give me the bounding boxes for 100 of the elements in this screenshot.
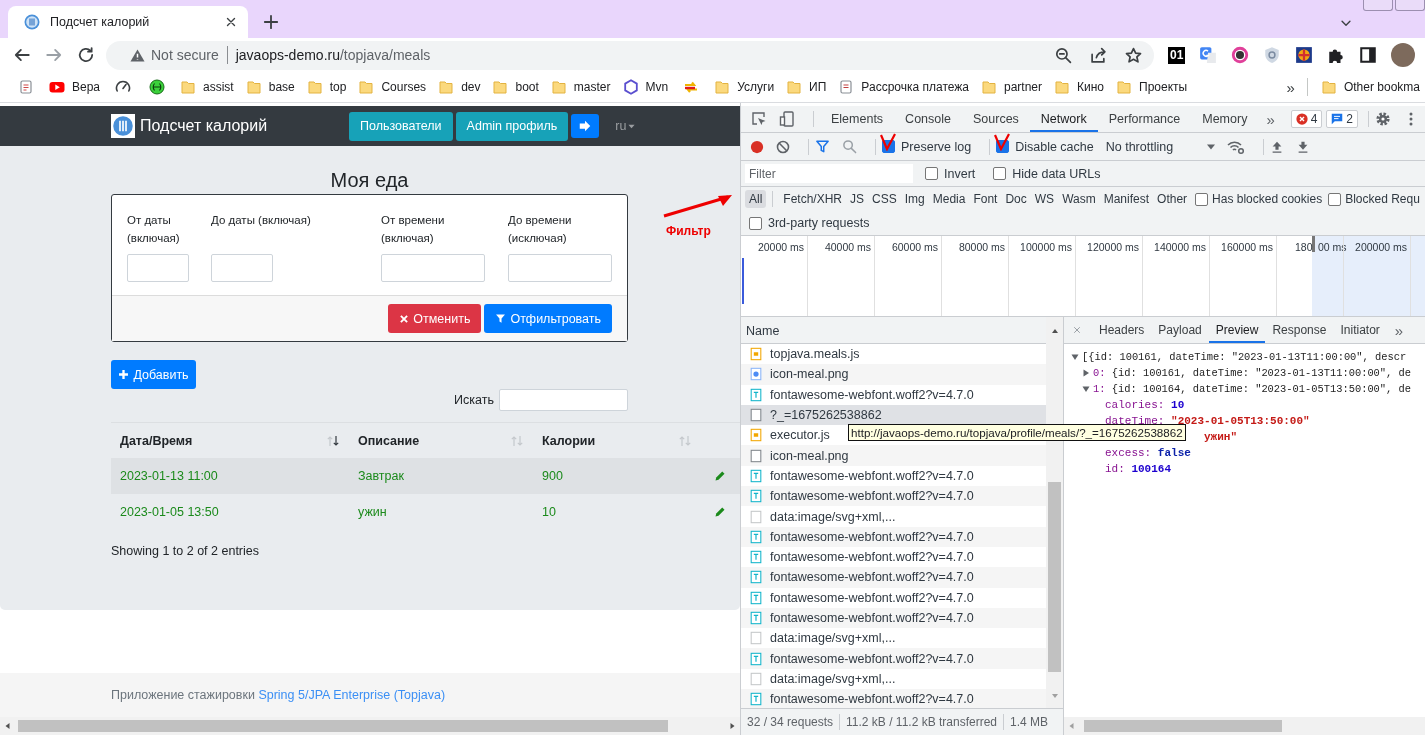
bookmark-item[interactable]: ИП bbox=[781, 75, 832, 99]
bookmark-item[interactable]: assist bbox=[175, 75, 239, 99]
request-row[interactable]: fontawesome-webfont.woff2?v=4.7.0 bbox=[741, 526, 1046, 547]
ring-icon[interactable] bbox=[1231, 46, 1250, 64]
type-filter-button[interactable]: Wasm bbox=[1058, 190, 1100, 208]
reload-icon[interactable] bbox=[77, 46, 95, 64]
device-icon[interactable] bbox=[779, 111, 795, 127]
panel-tab[interactable]: Sources bbox=[962, 106, 1030, 132]
translate-icon[interactable] bbox=[1199, 46, 1218, 64]
notepad-icon[interactable] bbox=[18, 79, 34, 95]
scrollbar-thumb[interactable] bbox=[1084, 720, 1282, 732]
expand-toggle-icon[interactable] bbox=[1082, 385, 1090, 393]
bookmark-item[interactable]: Услуги bbox=[709, 75, 780, 99]
message-count-button[interactable]: 2 bbox=[1326, 110, 1358, 128]
back-icon[interactable] bbox=[13, 46, 31, 64]
panel-tab[interactable]: Performance bbox=[1097, 106, 1192, 132]
avatar[interactable] bbox=[1391, 43, 1416, 67]
bookmarks-overflow-button[interactable]: » bbox=[1286, 78, 1295, 96]
pencil-icon[interactable] bbox=[714, 470, 726, 482]
horizontal-scrollbar[interactable] bbox=[0, 717, 740, 735]
type-filter-button[interactable]: Fetch/XHR bbox=[779, 190, 847, 208]
date-input[interactable] bbox=[211, 254, 273, 282]
network-conditions-icon[interactable] bbox=[1227, 138, 1246, 155]
forward-icon[interactable] bbox=[45, 46, 63, 64]
column-header[interactable]: Name bbox=[741, 317, 1046, 344]
bookmark-item[interactable]: Other bookma bbox=[1315, 75, 1425, 99]
detail-tab[interactable]: Response bbox=[1265, 317, 1334, 343]
clear-icon[interactable] bbox=[776, 139, 790, 154]
panel-tab[interactable]: Memory bbox=[1191, 106, 1259, 132]
add-button[interactable]: Добавить bbox=[111, 360, 196, 389]
expand-toggle-icon[interactable] bbox=[1082, 369, 1090, 377]
column-header[interactable]: Калории bbox=[542, 433, 596, 448]
bookmark-item[interactable]: master bbox=[545, 75, 616, 99]
checkbox[interactable] bbox=[993, 167, 1007, 180]
bookmark-item[interactable]: top bbox=[301, 75, 352, 99]
request-row[interactable]: fontawesome-webfont.woff2?v=4.7.0 bbox=[741, 567, 1046, 588]
extension-badge[interactable]: 01 bbox=[1168, 46, 1186, 64]
type-filter-button[interactable]: Media bbox=[928, 190, 970, 208]
type-filter-button[interactable]: WS bbox=[1030, 190, 1059, 208]
more-tabs-button[interactable]: » bbox=[1386, 321, 1412, 339]
filter-button[interactable]: Отфильтровать bbox=[484, 304, 612, 333]
checkbox[interactable] bbox=[925, 167, 938, 180]
brand-title[interactable]: Подсчет калорий bbox=[140, 117, 349, 135]
filter-input[interactable]: Filter bbox=[745, 164, 913, 183]
request-row[interactable]: fontawesome-webfont.woff2?v=4.7.0 bbox=[741, 607, 1046, 629]
bookmark-item[interactable]: boot bbox=[487, 75, 544, 99]
scroll-down-icon[interactable] bbox=[1050, 692, 1059, 700]
more-tabs-button[interactable]: » bbox=[1258, 110, 1283, 128]
detail-tab[interactable]: Headers bbox=[1092, 317, 1152, 343]
request-row[interactable]: fontawesome-webfont.woff2?v=4.7.0 bbox=[741, 486, 1046, 507]
scrollbar-thumb[interactable] bbox=[1048, 482, 1061, 672]
error-count-button[interactable]: 4 bbox=[1290, 110, 1323, 128]
bookmark-item[interactable]: Рассрочка платежа bbox=[833, 75, 974, 99]
request-row[interactable]: icon-meal.png bbox=[741, 364, 1046, 385]
bookmark-item[interactable]: Кино bbox=[1049, 75, 1110, 99]
type-filter-button[interactable]: All bbox=[745, 190, 767, 208]
pencil-icon[interactable] bbox=[714, 506, 726, 518]
browser-tab[interactable]: Подсчет калорий bbox=[8, 6, 248, 38]
detail-tab[interactable]: Initiator bbox=[1333, 317, 1387, 343]
date-input[interactable] bbox=[127, 254, 189, 282]
column-header[interactable]: Описание bbox=[358, 433, 420, 448]
maximize-button[interactable] bbox=[1395, 0, 1425, 11]
gauge-icon[interactable] bbox=[115, 79, 132, 95]
type-filter-button[interactable]: Other bbox=[1153, 190, 1192, 208]
close-icon[interactable] bbox=[224, 15, 238, 29]
time-input[interactable] bbox=[508, 254, 612, 282]
record-icon[interactable] bbox=[750, 139, 764, 154]
checkbox[interactable] bbox=[1195, 192, 1209, 206]
search-field[interactable] bbox=[499, 389, 628, 411]
detail-tab[interactable]: Payload bbox=[1151, 317, 1209, 343]
filter-icon[interactable] bbox=[815, 139, 830, 154]
type-filter-button[interactable]: Font bbox=[969, 190, 1002, 208]
type-filter-button[interactable]: CSS bbox=[868, 190, 901, 208]
colorful-square-icon[interactable] bbox=[1295, 46, 1314, 64]
settings-icon[interactable] bbox=[1375, 111, 1391, 127]
bookmark-item[interactable]: Вера bbox=[44, 75, 106, 99]
expand-toggle-icon[interactable] bbox=[1071, 353, 1079, 361]
language-dropdown[interactable]: ru bbox=[615, 119, 636, 133]
checkbox[interactable] bbox=[1328, 192, 1342, 206]
arrows-icon[interactable] bbox=[683, 79, 700, 95]
address-bar[interactable]: Not secure javaops-demo.ru/topjava/meals bbox=[106, 40, 1154, 70]
new-tab-icon[interactable] bbox=[262, 13, 280, 31]
star-icon[interactable] bbox=[1125, 46, 1142, 64]
column-header[interactable]: Дата/Время bbox=[120, 433, 193, 448]
horizontal-scrollbar[interactable] bbox=[1064, 717, 1425, 735]
scrollbar-thumb[interactable] bbox=[18, 720, 668, 732]
panel-tab[interactable]: Console bbox=[894, 106, 962, 132]
range-handle[interactable] bbox=[1312, 236, 1315, 252]
scroll-up-icon[interactable] bbox=[1050, 327, 1059, 335]
bookmark-item[interactable]: Courses bbox=[353, 75, 432, 99]
bookmark-item[interactable]: dev bbox=[433, 75, 486, 99]
type-filter-button[interactable]: Manifest bbox=[1099, 190, 1154, 208]
panel-tab[interactable]: Elements bbox=[820, 106, 895, 132]
type-filter-button[interactable]: JS bbox=[846, 190, 869, 208]
zoom-out-icon[interactable] bbox=[1055, 46, 1072, 64]
minimize-button[interactable] bbox=[1363, 0, 1393, 11]
share-icon[interactable] bbox=[1090, 46, 1107, 64]
bookmark-item[interactable]: Проекты bbox=[1111, 75, 1193, 99]
request-row[interactable]: icon-meal.png bbox=[741, 445, 1046, 466]
detail-tab[interactable]: Preview bbox=[1208, 317, 1266, 343]
